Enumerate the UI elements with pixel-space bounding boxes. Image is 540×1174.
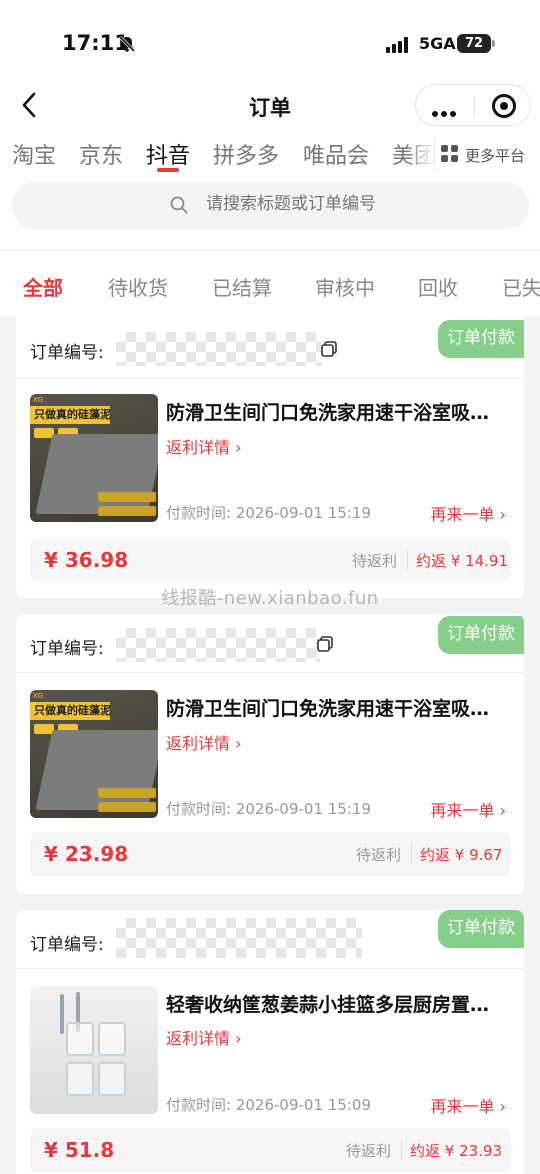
search-bar[interactable] bbox=[12, 182, 529, 230]
estimated-rebate: 约返 ¥ 14.91 bbox=[416, 552, 509, 570]
tab-vipshop[interactable]: 唯品会 bbox=[303, 138, 369, 170]
more-icon[interactable] bbox=[432, 102, 459, 121]
order-number-label: 订单编号: bbox=[30, 639, 104, 659]
product-title[interactable]: 轻奢收纳筐葱姜蒜小挂篮多层厨房置… bbox=[166, 990, 512, 1017]
search-icon bbox=[170, 196, 188, 214]
payment-time: 付款时间: 2026-09-01 15:19 bbox=[166, 504, 371, 522]
rebate-details-link[interactable]: 返利详情 › bbox=[166, 434, 242, 458]
price-row: ¥ 36.98 待返利 约返 ¥ 14.91 bbox=[30, 538, 510, 582]
order-status-badge: 订单付款 bbox=[438, 910, 524, 948]
estimated-rebate: 约返 ¥ 9.67 bbox=[420, 846, 503, 864]
product-image[interactable]: XG 只做真的硅藻泥 bbox=[30, 690, 158, 818]
status-tab-failed[interactable]: 已失 bbox=[502, 272, 540, 301]
rebate-details-link[interactable]: 返利详情 › bbox=[166, 730, 242, 754]
product-title[interactable]: 防滑卫生间门口免洗家用速干浴室吸… bbox=[166, 398, 512, 425]
status-tab-recycle[interactable]: 回收 bbox=[418, 272, 458, 301]
copy-icon[interactable] bbox=[320, 340, 338, 358]
muted-bell-icon bbox=[118, 35, 136, 53]
order-price: ¥ 51.8 bbox=[44, 1138, 115, 1162]
order-status-badge: 订单付款 bbox=[438, 616, 524, 654]
tab-taobao[interactable]: 淘宝 bbox=[12, 138, 56, 170]
rebate-details-link[interactable]: 返利详情 › bbox=[166, 1025, 242, 1049]
order-price: ¥ 36.98 bbox=[44, 548, 129, 572]
order-number-mask bbox=[116, 918, 362, 958]
payment-time: 付款时间: 2026-09-01 15:19 bbox=[166, 800, 371, 818]
brand-logo: XG bbox=[33, 396, 44, 404]
tab-douyin[interactable]: 抖音 bbox=[146, 138, 190, 170]
estimated-rebate: 约返 ¥ 23.93 bbox=[410, 1142, 503, 1160]
order-status-badge: 订单付款 bbox=[438, 320, 524, 358]
rebate-status: 待返利 bbox=[356, 846, 402, 864]
grid-icon bbox=[441, 145, 459, 163]
status-tab-all[interactable]: 全部 bbox=[23, 272, 63, 301]
reorder-button[interactable]: 再来一单 › bbox=[431, 1093, 507, 1117]
header-panel: 17:11 5GA 72 订单 淘宝 京东 抖音 拼多多 唯品会 美团 更多平台 bbox=[0, 0, 540, 316]
rebate-status: 待返利 bbox=[346, 1142, 392, 1160]
status-tab-reviewing[interactable]: 审核中 bbox=[315, 272, 375, 301]
mini-program-capsule bbox=[415, 84, 531, 126]
tab-pinduoduo[interactable]: 拼多多 bbox=[213, 138, 279, 170]
status-tab-pending-receipt[interactable]: 待收货 bbox=[108, 272, 168, 301]
more-platform-button[interactable]: 更多平台 bbox=[434, 136, 540, 172]
order-card[interactable]: 订单编号: 订单付款 XG 只做真的硅藻泥 防滑卫生间门口免洗家用速干浴室吸… … bbox=[16, 316, 524, 598]
order-card[interactable]: 订单编号: 订单付款 XG 只做真的硅藻泥 防滑卫生间门口免洗家用速干浴室吸… … bbox=[16, 614, 524, 894]
search-input[interactable] bbox=[206, 194, 506, 214]
more-platform-label: 更多平台 bbox=[465, 147, 526, 165]
product-image[interactable] bbox=[30, 986, 158, 1114]
copy-icon[interactable] bbox=[316, 635, 334, 653]
payment-time: 付款时间: 2026-09-01 15:09 bbox=[166, 1096, 371, 1114]
brand-logo: XG bbox=[33, 692, 44, 700]
reorder-button[interactable]: 再来一单 › bbox=[431, 501, 507, 525]
status-tab-settled[interactable]: 已结算 bbox=[212, 272, 272, 301]
product-image[interactable]: XG 只做真的硅藻泥 bbox=[30, 394, 158, 522]
order-number-label: 订单编号: bbox=[30, 343, 104, 363]
order-number-mask bbox=[116, 332, 322, 366]
price-row: ¥ 23.98 待返利 约返 ¥ 9.67 bbox=[30, 832, 510, 876]
watermark: 线报酷-new.xianbao.fun bbox=[161, 588, 379, 609]
product-title[interactable]: 防滑卫生间门口免洗家用速干浴室吸… bbox=[166, 694, 512, 721]
active-tab-indicator bbox=[157, 168, 179, 172]
network-type: 5GA bbox=[419, 34, 456, 53]
rebate-status: 待返利 bbox=[352, 552, 398, 570]
order-number-label: 订单编号: bbox=[30, 935, 104, 955]
order-number-mask bbox=[116, 628, 320, 662]
tab-jd[interactable]: 京东 bbox=[79, 138, 123, 170]
close-target-icon[interactable] bbox=[492, 94, 516, 118]
battery-icon: 72 bbox=[457, 34, 495, 53]
reorder-button[interactable]: 再来一单 › bbox=[431, 797, 507, 821]
order-card[interactable]: 订单编号: 订单付款 轻奢收纳筐葱姜蒜小挂篮多层厨房置… 返利详情 › 付款时间… bbox=[16, 910, 524, 1174]
order-price: ¥ 23.98 bbox=[44, 842, 129, 866]
price-row: ¥ 51.8 待返利 约返 ¥ 23.93 bbox=[30, 1128, 510, 1172]
